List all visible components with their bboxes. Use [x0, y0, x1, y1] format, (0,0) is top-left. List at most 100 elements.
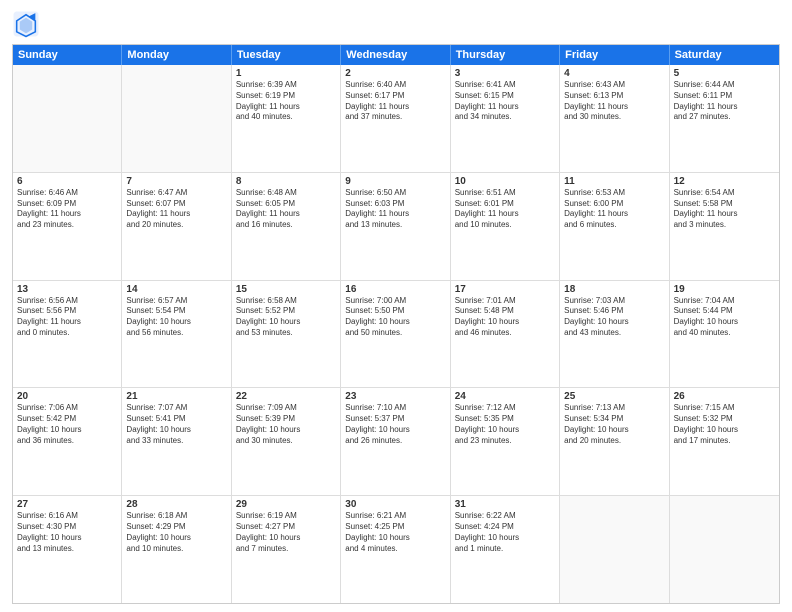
day-info: Sunrise: 7:00 AMSunset: 5:50 PMDaylight:… — [345, 296, 445, 339]
day-info: Sunrise: 6:22 AMSunset: 4:24 PMDaylight:… — [455, 511, 555, 554]
day-info: Sunrise: 6:39 AMSunset: 6:19 PMDaylight:… — [236, 80, 336, 123]
day-info: Sunrise: 6:53 AMSunset: 6:00 PMDaylight:… — [564, 188, 664, 231]
day-number: 7 — [126, 176, 226, 187]
day-cell-27: 27Sunrise: 6:16 AMSunset: 4:30 PMDayligh… — [13, 496, 122, 603]
day-number: 15 — [236, 284, 336, 295]
day-number: 4 — [564, 68, 664, 79]
day-cell-1: 1Sunrise: 6:39 AMSunset: 6:19 PMDaylight… — [232, 65, 341, 172]
day-info: Sunrise: 6:47 AMSunset: 6:07 PMDaylight:… — [126, 188, 226, 231]
empty-cell — [122, 65, 231, 172]
day-cell-11: 11Sunrise: 6:53 AMSunset: 6:00 PMDayligh… — [560, 173, 669, 280]
day-info: Sunrise: 7:13 AMSunset: 5:34 PMDaylight:… — [564, 403, 664, 446]
logo — [12, 10, 44, 38]
calendar-body: 1Sunrise: 6:39 AMSunset: 6:19 PMDaylight… — [13, 65, 779, 603]
day-number: 5 — [674, 68, 775, 79]
day-number: 30 — [345, 499, 445, 510]
day-cell-22: 22Sunrise: 7:09 AMSunset: 5:39 PMDayligh… — [232, 388, 341, 495]
day-cell-4: 4Sunrise: 6:43 AMSunset: 6:13 PMDaylight… — [560, 65, 669, 172]
day-info: Sunrise: 6:43 AMSunset: 6:13 PMDaylight:… — [564, 80, 664, 123]
day-cell-26: 26Sunrise: 7:15 AMSunset: 5:32 PMDayligh… — [670, 388, 779, 495]
day-cell-12: 12Sunrise: 6:54 AMSunset: 5:58 PMDayligh… — [670, 173, 779, 280]
header — [12, 10, 780, 38]
page: SundayMondayTuesdayWednesdayThursdayFrid… — [0, 0, 792, 612]
day-number: 21 — [126, 391, 226, 402]
day-cell-3: 3Sunrise: 6:41 AMSunset: 6:15 PMDaylight… — [451, 65, 560, 172]
day-info: Sunrise: 7:01 AMSunset: 5:48 PMDaylight:… — [455, 296, 555, 339]
day-number: 14 — [126, 284, 226, 295]
day-cell-17: 17Sunrise: 7:01 AMSunset: 5:48 PMDayligh… — [451, 281, 560, 388]
header-day-friday: Friday — [560, 45, 669, 65]
calendar: SundayMondayTuesdayWednesdayThursdayFrid… — [12, 44, 780, 604]
day-info: Sunrise: 6:58 AMSunset: 5:52 PMDaylight:… — [236, 296, 336, 339]
day-cell-2: 2Sunrise: 6:40 AMSunset: 6:17 PMDaylight… — [341, 65, 450, 172]
day-cell-10: 10Sunrise: 6:51 AMSunset: 6:01 PMDayligh… — [451, 173, 560, 280]
day-cell-24: 24Sunrise: 7:12 AMSunset: 5:35 PMDayligh… — [451, 388, 560, 495]
day-cell-8: 8Sunrise: 6:48 AMSunset: 6:05 PMDaylight… — [232, 173, 341, 280]
day-info: Sunrise: 7:09 AMSunset: 5:39 PMDaylight:… — [236, 403, 336, 446]
calendar-row-2: 6Sunrise: 6:46 AMSunset: 6:09 PMDaylight… — [13, 173, 779, 281]
calendar-row-5: 27Sunrise: 6:16 AMSunset: 4:30 PMDayligh… — [13, 496, 779, 603]
day-number: 13 — [17, 284, 117, 295]
day-number: 26 — [674, 391, 775, 402]
day-number: 28 — [126, 499, 226, 510]
header-day-monday: Monday — [122, 45, 231, 65]
day-cell-5: 5Sunrise: 6:44 AMSunset: 6:11 PMDaylight… — [670, 65, 779, 172]
day-info: Sunrise: 7:07 AMSunset: 5:41 PMDaylight:… — [126, 403, 226, 446]
calendar-row-3: 13Sunrise: 6:56 AMSunset: 5:56 PMDayligh… — [13, 281, 779, 389]
day-number: 11 — [564, 176, 664, 187]
day-info: Sunrise: 6:51 AMSunset: 6:01 PMDaylight:… — [455, 188, 555, 231]
day-number: 9 — [345, 176, 445, 187]
day-number: 25 — [564, 391, 664, 402]
day-info: Sunrise: 7:15 AMSunset: 5:32 PMDaylight:… — [674, 403, 775, 446]
calendar-row-1: 1Sunrise: 6:39 AMSunset: 6:19 PMDaylight… — [13, 65, 779, 173]
day-number: 8 — [236, 176, 336, 187]
day-info: Sunrise: 6:56 AMSunset: 5:56 PMDaylight:… — [17, 296, 117, 339]
day-info: Sunrise: 7:10 AMSunset: 5:37 PMDaylight:… — [345, 403, 445, 446]
calendar-row-4: 20Sunrise: 7:06 AMSunset: 5:42 PMDayligh… — [13, 388, 779, 496]
header-day-sunday: Sunday — [13, 45, 122, 65]
day-number: 10 — [455, 176, 555, 187]
day-cell-30: 30Sunrise: 6:21 AMSunset: 4:25 PMDayligh… — [341, 496, 450, 603]
day-number: 27 — [17, 499, 117, 510]
day-number: 22 — [236, 391, 336, 402]
day-cell-13: 13Sunrise: 6:56 AMSunset: 5:56 PMDayligh… — [13, 281, 122, 388]
day-info: Sunrise: 7:06 AMSunset: 5:42 PMDaylight:… — [17, 403, 117, 446]
day-cell-7: 7Sunrise: 6:47 AMSunset: 6:07 PMDaylight… — [122, 173, 231, 280]
day-cell-21: 21Sunrise: 7:07 AMSunset: 5:41 PMDayligh… — [122, 388, 231, 495]
header-day-thursday: Thursday — [451, 45, 560, 65]
day-number: 2 — [345, 68, 445, 79]
empty-cell — [560, 496, 669, 603]
empty-cell — [13, 65, 122, 172]
day-cell-9: 9Sunrise: 6:50 AMSunset: 6:03 PMDaylight… — [341, 173, 450, 280]
day-info: Sunrise: 6:21 AMSunset: 4:25 PMDaylight:… — [345, 511, 445, 554]
day-info: Sunrise: 6:16 AMSunset: 4:30 PMDaylight:… — [17, 511, 117, 554]
empty-cell — [670, 496, 779, 603]
day-cell-29: 29Sunrise: 6:19 AMSunset: 4:27 PMDayligh… — [232, 496, 341, 603]
day-info: Sunrise: 6:57 AMSunset: 5:54 PMDaylight:… — [126, 296, 226, 339]
day-info: Sunrise: 6:19 AMSunset: 4:27 PMDaylight:… — [236, 511, 336, 554]
day-number: 12 — [674, 176, 775, 187]
day-cell-20: 20Sunrise: 7:06 AMSunset: 5:42 PMDayligh… — [13, 388, 122, 495]
day-number: 23 — [345, 391, 445, 402]
day-cell-23: 23Sunrise: 7:10 AMSunset: 5:37 PMDayligh… — [341, 388, 450, 495]
day-number: 31 — [455, 499, 555, 510]
header-day-wednesday: Wednesday — [341, 45, 450, 65]
day-number: 20 — [17, 391, 117, 402]
day-number: 24 — [455, 391, 555, 402]
day-number: 17 — [455, 284, 555, 295]
day-number: 18 — [564, 284, 664, 295]
day-cell-16: 16Sunrise: 7:00 AMSunset: 5:50 PMDayligh… — [341, 281, 450, 388]
day-cell-18: 18Sunrise: 7:03 AMSunset: 5:46 PMDayligh… — [560, 281, 669, 388]
day-cell-19: 19Sunrise: 7:04 AMSunset: 5:44 PMDayligh… — [670, 281, 779, 388]
day-info: Sunrise: 6:54 AMSunset: 5:58 PMDaylight:… — [674, 188, 775, 231]
day-number: 19 — [674, 284, 775, 295]
day-info: Sunrise: 6:18 AMSunset: 4:29 PMDaylight:… — [126, 511, 226, 554]
day-number: 3 — [455, 68, 555, 79]
day-number: 6 — [17, 176, 117, 187]
day-info: Sunrise: 7:12 AMSunset: 5:35 PMDaylight:… — [455, 403, 555, 446]
day-info: Sunrise: 6:50 AMSunset: 6:03 PMDaylight:… — [345, 188, 445, 231]
day-number: 16 — [345, 284, 445, 295]
day-number: 1 — [236, 68, 336, 79]
day-info: Sunrise: 6:44 AMSunset: 6:11 PMDaylight:… — [674, 80, 775, 123]
day-info: Sunrise: 6:46 AMSunset: 6:09 PMDaylight:… — [17, 188, 117, 231]
